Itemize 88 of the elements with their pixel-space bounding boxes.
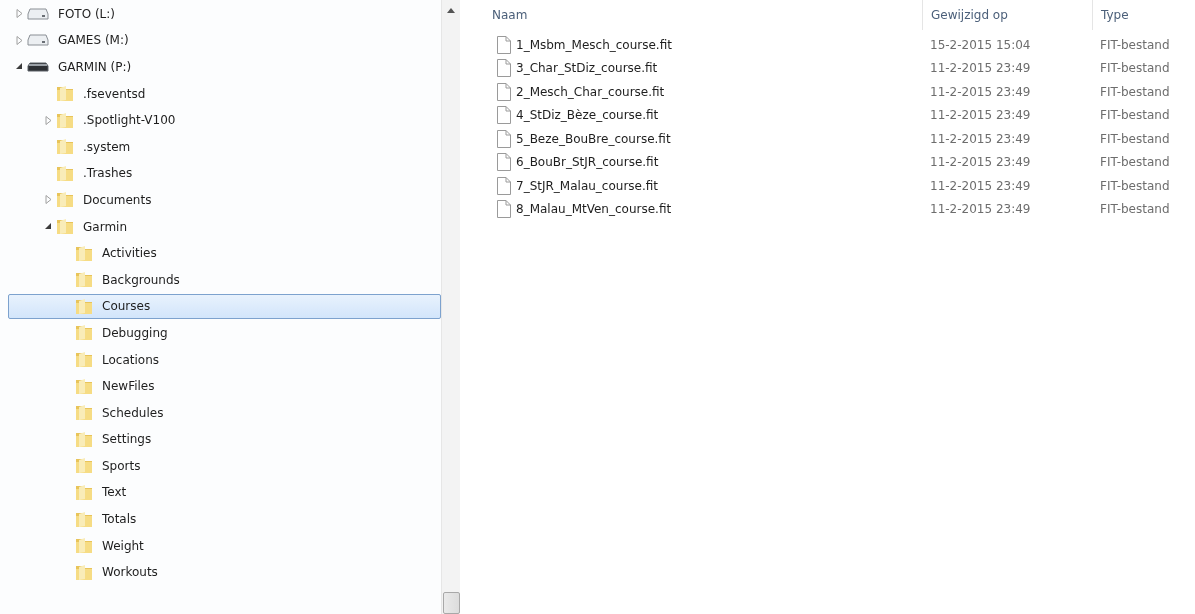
- folder-icon: [75, 457, 93, 475]
- table-cell-text: FIT-bestand: [1099, 131, 1171, 146]
- tree-item[interactable]: FOTO (L:): [8, 1, 441, 27]
- file-icon: [497, 106, 511, 125]
- scroll-up-icon[interactable]: [447, 8, 455, 13]
- expand-arrow-icon[interactable]: [15, 35, 23, 45]
- tree-item[interactable]: .system: [8, 133, 441, 160]
- drive-icon: [27, 62, 49, 72]
- file-name[interactable]: 5_Beze_BouBre_course.fit: [516, 131, 671, 146]
- file-icon: [497, 200, 511, 219]
- file-name[interactable]: 6_BouBr_StJR_course.fit: [516, 155, 659, 170]
- file-name[interactable]: 1_Msbm_Mesch_course.fit: [516, 37, 672, 52]
- tree-item[interactable]: Backgrounds: [8, 266, 441, 293]
- folder-icon: [56, 218, 74, 236]
- tree-item[interactable]: Courses: [8, 293, 441, 320]
- folder-icon: [56, 138, 74, 156]
- collapse-arrow-icon[interactable]: [44, 223, 52, 231]
- tree-item[interactable]: Debugging: [8, 320, 441, 346]
- folder-icon: [75, 484, 93, 501]
- tree-item[interactable]: Schedules: [8, 399, 441, 426]
- scrollbar-thumb[interactable]: [442, 592, 460, 614]
- folder-icon: [56, 164, 74, 182]
- tree-item[interactable]: Workouts: [8, 559, 441, 586]
- tree-item[interactable]: .Spotlight-V100: [8, 107, 441, 133]
- scrollbar[interactable]: [441, 0, 460, 614]
- file-name[interactable]: 8_Malau_MtVen_course.fit: [516, 202, 672, 217]
- table-cell-text: FIT-bestand: [1099, 108, 1171, 123]
- folder-icon: [75, 271, 93, 289]
- file-icon: [497, 176, 511, 195]
- tree-item[interactable]: Weight: [8, 532, 441, 559]
- tree-item[interactable]: Documents: [8, 187, 441, 213]
- table-cell-text: 11-2-2015 23:49: [929, 202, 1032, 217]
- folder-icon: [75, 351, 93, 368]
- table-cell-text: FIT-bestand: [1099, 155, 1171, 170]
- folder-icon: [75, 537, 93, 555]
- tree-item[interactable]: Garmin: [8, 213, 441, 240]
- tree-item[interactable]: Locations: [8, 346, 441, 373]
- expand-arrow-icon[interactable]: [15, 9, 23, 19]
- tree-item[interactable]: Text: [8, 479, 441, 506]
- tree-item[interactable]: Settings: [8, 426, 441, 453]
- file-name[interactable]: 2_Mesch_Char_course.fit: [516, 84, 665, 99]
- file-icon: [497, 153, 511, 172]
- expand-arrow-icon[interactable]: [44, 195, 52, 205]
- table-cell-text: 11-2-2015 23:49: [929, 178, 1032, 193]
- file-name[interactable]: 7_StJR_Malau_course.fit: [516, 178, 659, 193]
- tree-item[interactable]: .fseventsd: [8, 80, 441, 107]
- table-cell-text: 11-2-2015 23:49: [929, 61, 1032, 76]
- table-cell-text: 11-2-2015 23:49: [929, 131, 1032, 146]
- column-header[interactable]: Type: [1092, 0, 1192, 30]
- table-cell-text: 15-2-2015 15:04: [929, 37, 1032, 52]
- column-header[interactable]: Naam: [492, 0, 922, 30]
- folder-icon: [56, 85, 74, 103]
- file-icon: [497, 35, 511, 54]
- table-cell-text: FIT-bestand: [1099, 84, 1171, 99]
- folder-icon: [75, 563, 93, 581]
- collapse-arrow-icon[interactable]: [15, 63, 23, 71]
- table-cell-text: 11-2-2015 23:49: [929, 108, 1032, 123]
- file-icon: [497, 129, 511, 148]
- tree-item[interactable]: GARMIN (P:): [8, 54, 441, 80]
- file-name[interactable]: 4_StDiz_Bèze_course.fit: [516, 108, 659, 123]
- tree-item[interactable]: Activities: [8, 240, 441, 266]
- folder-icon: [56, 191, 74, 209]
- folder-icon: [75, 244, 93, 262]
- table-cell-text: FIT-bestand: [1099, 61, 1171, 76]
- tree-item[interactable]: Totals: [8, 506, 441, 532]
- folder-icon: [75, 377, 93, 395]
- folder-icon: [75, 404, 93, 422]
- column-header[interactable]: Gewijzigd op: [922, 0, 1092, 30]
- file-icon: [497, 82, 511, 101]
- folder-icon: [75, 510, 93, 528]
- table-cell-text: 11-2-2015 23:49: [929, 155, 1032, 170]
- drive-icon: [27, 7, 49, 20]
- folder-icon: [56, 111, 74, 129]
- file-name[interactable]: 3_Char_StDiz_course.fit: [516, 61, 658, 76]
- tree-item[interactable]: NewFiles: [8, 373, 441, 399]
- folder-icon: [75, 430, 93, 448]
- expand-arrow-icon[interactable]: [44, 115, 52, 125]
- table-cell-text: FIT-bestand: [1099, 178, 1171, 193]
- tree-item[interactable]: GAMES (M:): [8, 27, 441, 54]
- tree-item[interactable]: Sports: [8, 453, 441, 479]
- drive-icon: [27, 34, 49, 47]
- file-icon: [497, 59, 511, 78]
- folder-icon: [75, 297, 93, 315]
- folder-icon: [75, 324, 93, 342]
- table-cell-text: FIT-bestand: [1099, 37, 1171, 52]
- table-cell-text: 11-2-2015 23:49: [929, 84, 1032, 99]
- table-cell-text: FIT-bestand: [1099, 202, 1171, 217]
- tree-item[interactable]: .Trashes: [8, 160, 441, 187]
